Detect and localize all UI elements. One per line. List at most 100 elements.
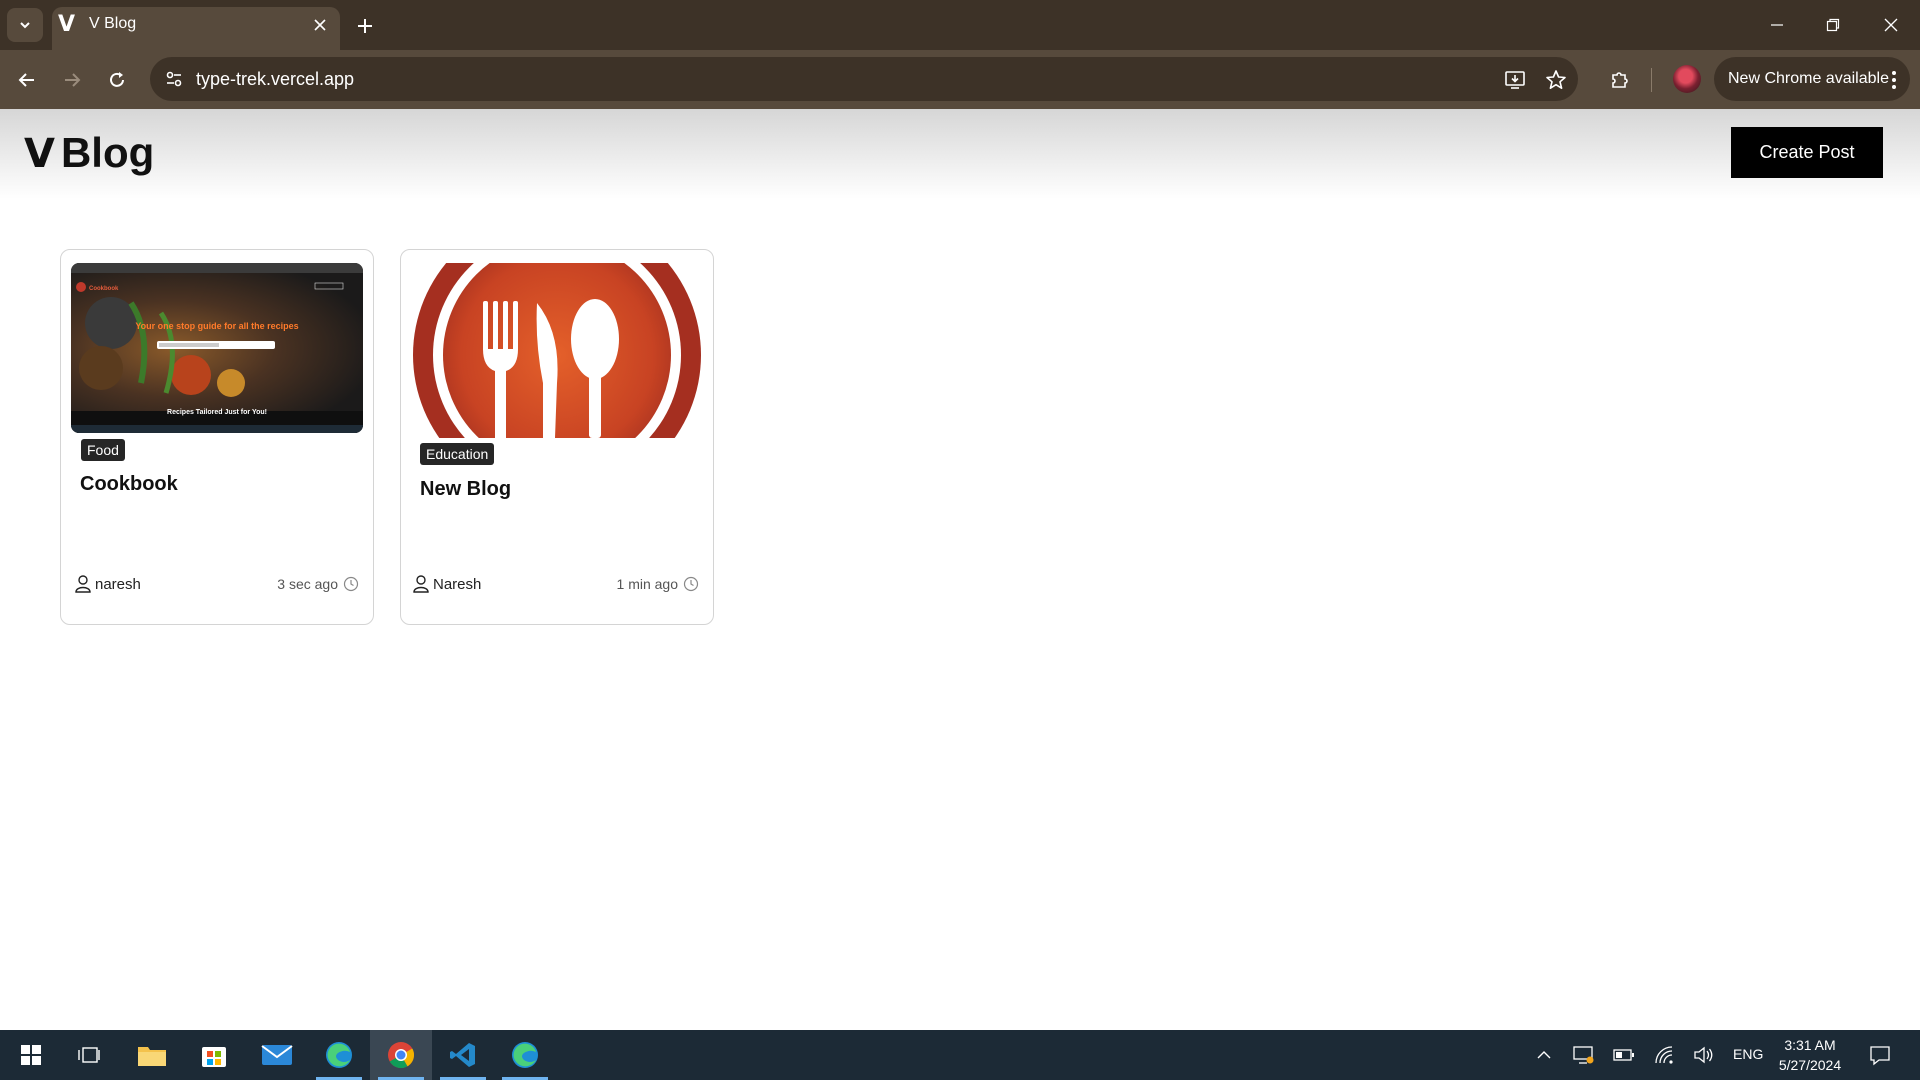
toolbar-separator bbox=[1651, 68, 1652, 92]
kebab-menu-icon bbox=[1886, 69, 1902, 91]
file-explorer-button[interactable] bbox=[121, 1030, 183, 1080]
minimize-button[interactable] bbox=[1753, 8, 1801, 42]
tab-close-button[interactable] bbox=[308, 13, 332, 37]
tune-icon bbox=[166, 71, 182, 87]
arrow-right-icon bbox=[65, 73, 81, 87]
post-time: 3 sec ago bbox=[277, 576, 359, 592]
clock-icon bbox=[683, 576, 699, 592]
mail-icon bbox=[261, 1045, 293, 1065]
post-thumbnail[interactable] bbox=[411, 263, 703, 438]
category-badge[interactable]: Food bbox=[81, 439, 125, 461]
thumb-brand: Cookbook bbox=[89, 286, 119, 292]
chrome-update-button[interactable]: New Chrome available bbox=[1714, 57, 1910, 101]
close-icon bbox=[1884, 18, 1898, 32]
tab-favicon: V bbox=[58, 12, 76, 37]
post-title[interactable]: New Blog bbox=[420, 478, 511, 501]
task-view-button[interactable] bbox=[58, 1030, 120, 1080]
reload-button[interactable] bbox=[102, 65, 132, 95]
time-ago: 1 min ago bbox=[616, 576, 678, 592]
new-tab-button[interactable] bbox=[350, 11, 380, 41]
show-hidden-icons-button[interactable] bbox=[1532, 1043, 1556, 1067]
restore-icon bbox=[1826, 18, 1840, 32]
battery-icon bbox=[1613, 1049, 1634, 1061]
reload-icon bbox=[110, 72, 124, 87]
cookbook-screenshot-image: Cookbook Your one stop guide for all the… bbox=[71, 263, 363, 433]
post-author: naresh bbox=[75, 575, 141, 593]
thumb-footer: Recipes Tailored Just for You! bbox=[167, 409, 267, 416]
profile-avatar[interactable] bbox=[1673, 65, 1701, 93]
post-card-new-blog[interactable]: Education New Blog Naresh 1 min ago bbox=[400, 249, 714, 625]
taskbar-clock[interactable]: 3:31 AM 5/27/2024 bbox=[1774, 1035, 1846, 1075]
task-view-icon bbox=[78, 1047, 100, 1063]
fork-spoon-logo-image bbox=[411, 263, 703, 438]
tab-title[interactable]: V Blog bbox=[89, 15, 136, 33]
author-name: Naresh bbox=[433, 575, 482, 593]
clock-icon bbox=[343, 576, 359, 592]
minimize-icon bbox=[1771, 24, 1783, 26]
post-time: 1 min ago bbox=[617, 576, 699, 592]
plus-icon bbox=[358, 19, 372, 33]
chevron-down-icon bbox=[20, 22, 30, 29]
vscode-icon bbox=[450, 1043, 475, 1067]
microsoft-store-button[interactable] bbox=[183, 1030, 245, 1080]
windows-logo-icon bbox=[21, 1045, 41, 1065]
user-icon bbox=[75, 575, 91, 593]
forward-button[interactable] bbox=[57, 65, 87, 95]
store-icon bbox=[202, 1047, 226, 1067]
edge-button[interactable] bbox=[308, 1030, 370, 1080]
tab-search-button[interactable] bbox=[7, 8, 43, 42]
thumb-headline: Your one stop guide for all the recipes bbox=[135, 321, 298, 331]
back-button[interactable] bbox=[12, 65, 42, 95]
clock-date: 5/27/2024 bbox=[1778, 1057, 1842, 1073]
address-bar[interactable]: type-trek.vercel.app bbox=[150, 57, 1578, 101]
extensions-button[interactable] bbox=[1605, 65, 1635, 95]
star-icon bbox=[1546, 70, 1566, 89]
puzzle-icon bbox=[1612, 72, 1628, 88]
restore-button[interactable] bbox=[1809, 8, 1857, 42]
vscode-button[interactable] bbox=[432, 1030, 494, 1080]
logo-text: Blog bbox=[60, 129, 155, 176]
web-page: V Blog Create Post Cookbook Your one sto… bbox=[0, 109, 1920, 1030]
site-info-button[interactable] bbox=[162, 67, 186, 91]
close-window-button[interactable] bbox=[1867, 8, 1915, 42]
site-logo[interactable]: V Blog bbox=[24, 129, 154, 177]
category-badge[interactable]: Education bbox=[420, 443, 495, 465]
arrow-left-icon bbox=[18, 73, 34, 87]
monitor-icon bbox=[1573, 1046, 1594, 1064]
edge-icon bbox=[326, 1042, 352, 1068]
notifications-button[interactable] bbox=[1868, 1043, 1892, 1067]
edge-icon bbox=[512, 1042, 538, 1068]
speaker-icon bbox=[1694, 1046, 1713, 1064]
notification-icon bbox=[1870, 1046, 1890, 1066]
chrome-icon bbox=[388, 1042, 415, 1069]
input-language[interactable]: ENG bbox=[1733, 1046, 1763, 1062]
install-app-button[interactable] bbox=[1502, 67, 1528, 93]
edge-button-secondary[interactable] bbox=[494, 1030, 556, 1080]
post-thumbnail[interactable]: Cookbook Your one stop guide for all the… bbox=[71, 263, 363, 433]
create-post-button[interactable]: Create Post bbox=[1731, 127, 1883, 178]
security-tray-icon[interactable] bbox=[1572, 1043, 1596, 1067]
close-icon bbox=[314, 19, 326, 31]
chrome-button[interactable] bbox=[370, 1030, 432, 1080]
time-ago: 3 sec ago bbox=[277, 576, 338, 592]
chevron-up-icon bbox=[1537, 1051, 1551, 1059]
volume-tray-icon[interactable] bbox=[1692, 1043, 1716, 1067]
clock-time: 3:31 AM bbox=[1784, 1037, 1836, 1053]
browser-tab-strip: V V Blog bbox=[0, 0, 1920, 50]
browser-toolbar: type-trek.vercel.app New Chrome availabl… bbox=[0, 50, 1920, 109]
bookmark-button[interactable] bbox=[1543, 67, 1569, 93]
windows-taskbar: ENG 3:31 AM 5/27/2024 bbox=[0, 1030, 1920, 1080]
battery-tray-icon[interactable] bbox=[1612, 1043, 1636, 1067]
url-text[interactable]: type-trek.vercel.app bbox=[196, 69, 354, 90]
folder-icon bbox=[138, 1047, 166, 1066]
update-label: New Chrome available bbox=[1728, 70, 1889, 87]
site-header: V Blog Create Post bbox=[0, 109, 1920, 199]
post-title[interactable]: Cookbook bbox=[80, 473, 178, 496]
author-name: naresh bbox=[95, 575, 141, 593]
install-icon bbox=[1505, 71, 1525, 89]
network-tray-icon[interactable] bbox=[1653, 1043, 1677, 1067]
user-icon bbox=[413, 575, 429, 593]
start-button[interactable] bbox=[0, 1030, 62, 1080]
post-card-cookbook[interactable]: Cookbook Your one stop guide for all the… bbox=[60, 249, 374, 625]
mail-button[interactable] bbox=[246, 1030, 308, 1080]
